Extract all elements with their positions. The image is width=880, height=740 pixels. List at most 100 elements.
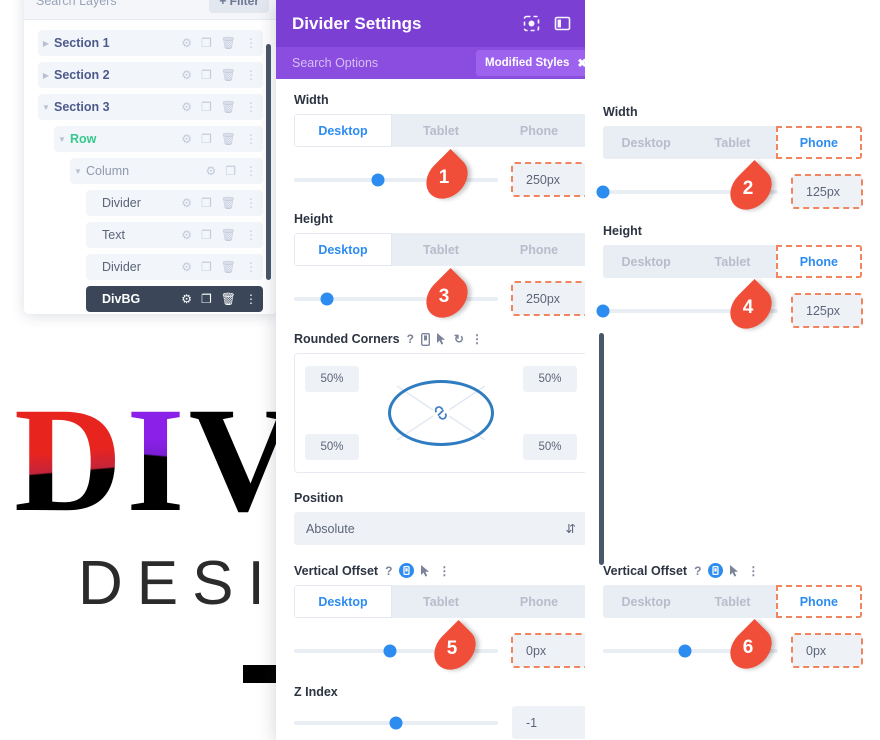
layer-row-divider-2[interactable]: Divider ⚙ ❐ 🗑 ⋮: [86, 254, 263, 280]
tab-tablet[interactable]: Tablet: [392, 233, 490, 266]
gear-icon[interactable]: ⚙: [181, 69, 192, 81]
hover-cursor-icon[interactable]: [730, 564, 740, 577]
duplicate-icon[interactable]: ❐: [225, 165, 236, 177]
vertical-offset-slider-knob[interactable]: [383, 644, 397, 657]
gear-icon[interactable]: ⚙: [181, 293, 192, 305]
tab-phone[interactable]: Phone: [490, 233, 588, 266]
height-slider-knob[interactable]: [320, 292, 334, 305]
twisty-icon[interactable]: ▼: [70, 167, 86, 176]
corner-bottom-left-input[interactable]: 50%: [305, 434, 359, 460]
duplicate-icon[interactable]: ❐: [201, 261, 212, 273]
more-icon[interactable]: ⋮: [245, 133, 257, 145]
layer-row-section-3[interactable]: ▼ Section 3 ⚙ ❐ 🗑 ⋮: [38, 94, 263, 120]
duplicate-icon[interactable]: ❐: [201, 197, 212, 209]
trash-icon[interactable]: 🗑: [221, 229, 236, 241]
tab-desktop[interactable]: Desktop: [294, 233, 392, 266]
tab-phone[interactable]: Phone: [775, 585, 862, 618]
trash-icon[interactable]: 🗑: [221, 197, 236, 209]
tab-desktop[interactable]: Desktop: [294, 585, 392, 618]
trash-icon[interactable]: 🗑: [221, 101, 236, 113]
modal-scrollbar-right[interactable]: [599, 333, 604, 565]
height-slider-knob[interactable]: [596, 304, 610, 317]
tab-desktop[interactable]: Desktop: [603, 126, 689, 159]
corner-top-right-input[interactable]: 50%: [523, 366, 577, 392]
layer-row-divider-1[interactable]: Divider ⚙ ❐ 🗑 ⋮: [86, 190, 263, 216]
corner-top-left-input[interactable]: 50%: [305, 366, 359, 392]
layer-row-row[interactable]: ▼ Row ⚙ ❐ 🗑 ⋮: [54, 126, 263, 152]
width-slider-knob[interactable]: [371, 173, 385, 186]
layer-row-section-1[interactable]: ▶ Section 1 ⚙ ❐ 🗑 ⋮: [38, 30, 263, 56]
width-slider-knob[interactable]: [596, 185, 610, 198]
height-value-input[interactable]: 250px: [511, 281, 589, 316]
gear-icon[interactable]: ⚙: [181, 101, 192, 113]
duplicate-icon[interactable]: ❐: [201, 229, 212, 241]
width-value-input[interactable]: 125px: [791, 174, 863, 209]
search-options-input[interactable]: Search Options: [292, 56, 476, 70]
tab-tablet[interactable]: Tablet: [689, 245, 775, 278]
tab-tablet[interactable]: Tablet: [392, 114, 490, 147]
responsive-phone-icon[interactable]: [420, 332, 430, 346]
layer-row-column[interactable]: ▼ Column ⚙ ❐ ⋮: [70, 158, 263, 184]
twisty-icon[interactable]: ▼: [54, 135, 70, 144]
help-icon[interactable]: ?: [694, 564, 701, 578]
z-index-slider-track[interactable]: [294, 716, 498, 729]
more-icon[interactable]: ⋮: [245, 37, 257, 49]
kebab-menu-icon[interactable]: ⋮: [747, 564, 759, 578]
vertical-offset-value-input[interactable]: 0px: [511, 633, 589, 668]
tab-tablet[interactable]: Tablet: [689, 126, 775, 159]
tab-desktop[interactable]: Desktop: [603, 245, 689, 278]
hover-cursor-icon[interactable]: [421, 564, 431, 577]
width-value-input[interactable]: 250px: [511, 162, 589, 197]
tab-desktop[interactable]: Desktop: [603, 585, 689, 618]
layer-row-text[interactable]: Text ⚙ ❐ 🗑 ⋮: [86, 222, 263, 248]
more-icon[interactable]: ⋮: [245, 101, 257, 113]
tab-tablet[interactable]: Tablet: [689, 585, 775, 618]
height-value-input[interactable]: 125px: [791, 293, 863, 328]
tab-phone[interactable]: Phone: [490, 114, 588, 147]
vertical-offset-slider-knob[interactable]: [678, 644, 692, 657]
more-icon[interactable]: ⋮: [245, 261, 257, 273]
responsive-phone-icon[interactable]: [399, 563, 415, 578]
modified-styles-badge[interactable]: Modified Styles ✖: [476, 50, 596, 76]
gear-icon[interactable]: ⚙: [181, 261, 192, 273]
vertical-offset-value-input[interactable]: 0px: [791, 633, 863, 668]
more-icon[interactable]: ⋮: [245, 165, 257, 177]
trash-icon[interactable]: 🗑: [221, 261, 236, 273]
duplicate-icon[interactable]: ❐: [201, 293, 212, 305]
search-layers-input[interactable]: Search Layers: [36, 0, 209, 8]
more-icon[interactable]: ⋮: [245, 293, 257, 305]
tab-phone[interactable]: Phone: [775, 245, 862, 278]
more-icon[interactable]: ⋮: [245, 69, 257, 81]
trash-icon[interactable]: 🗑: [221, 37, 236, 49]
kebab-menu-icon[interactable]: ⋮: [471, 332, 483, 346]
duplicate-icon[interactable]: ❐: [201, 37, 212, 49]
tab-phone[interactable]: Phone: [775, 126, 862, 159]
link-icon[interactable]: [431, 403, 451, 423]
tab-desktop[interactable]: Desktop: [294, 114, 392, 147]
layers-scrollbar[interactable]: [266, 44, 271, 280]
kebab-menu-icon[interactable]: ⋮: [438, 564, 450, 578]
corner-bottom-right-input[interactable]: 50%: [523, 434, 577, 460]
z-index-value-input[interactable]: -1: [512, 706, 588, 739]
trash-icon[interactable]: 🗑: [221, 69, 236, 81]
gear-icon[interactable]: ⚙: [181, 197, 192, 209]
layout-icon[interactable]: [554, 15, 571, 32]
responsive-phone-icon[interactable]: [708, 563, 724, 578]
z-index-slider-knob[interactable]: [389, 716, 403, 729]
duplicate-icon[interactable]: ❐: [201, 133, 212, 145]
layer-row-section-2[interactable]: ▶ Section 2 ⚙ ❐ 🗑 ⋮: [38, 62, 263, 88]
duplicate-icon[interactable]: ❐: [201, 101, 212, 113]
target-icon[interactable]: [523, 15, 540, 32]
position-select[interactable]: Absolute ⇵: [294, 512, 588, 545]
more-icon[interactable]: ⋮: [245, 229, 257, 241]
gear-icon[interactable]: ⚙: [181, 133, 192, 145]
more-icon[interactable]: ⋮: [245, 197, 257, 209]
trash-icon[interactable]: 🗑: [221, 133, 236, 145]
tab-tablet[interactable]: Tablet: [392, 585, 490, 618]
gear-icon[interactable]: ⚙: [205, 165, 216, 177]
tab-phone[interactable]: Phone: [490, 585, 588, 618]
layer-row-divbg[interactable]: DivBG ⚙ ❐ 🗑 ⋮: [86, 286, 263, 312]
twisty-icon[interactable]: ▼: [38, 103, 54, 112]
hover-cursor-icon[interactable]: [436, 333, 447, 345]
reset-icon[interactable]: ↻: [454, 332, 464, 346]
